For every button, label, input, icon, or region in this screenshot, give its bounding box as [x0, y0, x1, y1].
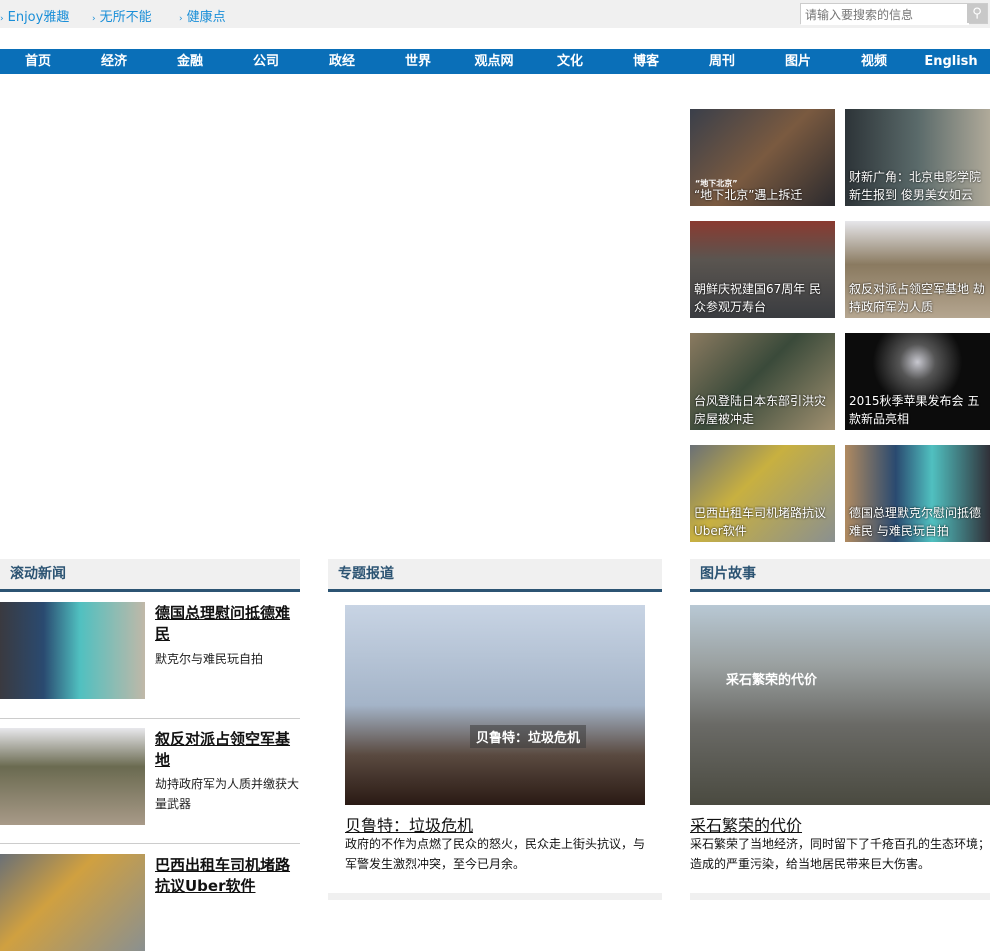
photo-caption: 德国总理默克尔慰问抵德难民 与难民玩自拍: [849, 506, 982, 538]
news-title[interactable]: 巴西出租车司机堵路抗议Uber软件: [155, 855, 300, 897]
news-summary: 劫持政府军为人质并缴获大量武器: [155, 777, 300, 811]
search-box: ⚲: [800, 3, 988, 25]
photo-thumb[interactable]: “地下北京” “地下北京”遇上拆迁: [690, 109, 835, 206]
photo-story-image[interactable]: 采石繁荣的代价: [690, 605, 990, 805]
photo-thumb[interactable]: 财新广角：北京电影学院新生报到 俊男美女如云: [845, 109, 990, 206]
search-icon[interactable]: ⚲: [967, 4, 987, 23]
photo-thumb[interactable]: 台风登陆日本东部引洪灾 房屋被冲走: [690, 333, 835, 430]
nav-finance[interactable]: 金融: [152, 49, 228, 74]
photo-story-desc: 采石繁荣了当地经济，同时留下了千疮百孔的生态环境；造成的严重污染，给当地居民带来…: [690, 837, 990, 871]
photo-story-headline[interactable]: 采石繁荣的代价: [690, 812, 802, 836]
nav-blog[interactable]: 博客: [608, 49, 684, 74]
special-report-image[interactable]: 贝鲁特：垃圾危机: [345, 605, 645, 805]
nav-companies[interactable]: 公司: [228, 49, 304, 74]
photo-caption: 朝鲜庆祝建国67周年 民众参观万寿台: [694, 282, 822, 314]
section-header-photo-story[interactable]: 图片故事: [690, 559, 990, 592]
chevron-right-icon: ›: [179, 14, 183, 24]
nav-culture[interactable]: 文化: [532, 49, 608, 74]
section-header-rolling-news[interactable]: 滚动新闻: [0, 559, 300, 592]
photo-caption: 财新广角：北京电影学院新生报到 俊男美女如云: [849, 170, 982, 202]
nav-opinion[interactable]: 观点网: [456, 49, 532, 74]
nav-world[interactable]: 世界: [380, 49, 456, 74]
photo-thumb[interactable]: 巴西出租车司机堵路抗议Uber软件: [690, 445, 835, 542]
special-report-headline[interactable]: 贝鲁特：垃圾危机: [345, 812, 473, 836]
divider: [0, 718, 300, 719]
image-overlay-text: 采石繁荣的代价: [726, 673, 818, 688]
top-link-health[interactable]: › 健康点: [179, 6, 226, 25]
chevron-right-icon: ›: [0, 14, 4, 24]
news-title[interactable]: 德国总理慰问抵德难民: [155, 603, 300, 645]
divider: [0, 843, 300, 844]
top-link-enjoy[interactable]: › Enjoy雅趣: [0, 6, 69, 25]
photo-caption: “地下北京”遇上拆迁: [694, 188, 803, 202]
news-image[interactable]: [0, 602, 145, 699]
news-title[interactable]: 叙反对派占领空军基地: [155, 729, 300, 771]
nav-video[interactable]: 视频: [836, 49, 912, 74]
next-section-header: [328, 893, 662, 900]
photo-caption: 台风登陆日本东部引洪灾 房屋被冲走: [694, 394, 827, 426]
photo-thumb[interactable]: 朝鲜庆祝建国67周年 民众参观万寿台: [690, 221, 835, 318]
photo-thumb[interactable]: 叙反对派占领空军基地 劫持政府军为人质: [845, 221, 990, 318]
photo-caption: 2015秋季苹果发布会 五款新品亮相: [849, 394, 980, 426]
link-label: Enjoy雅趣: [7, 10, 70, 25]
top-bar: ›Enjoy雅趣 ›无所不能 ›健康点 ⚲: [0, 0, 990, 28]
news-image[interactable]: [0, 854, 145, 951]
nav-weekly[interactable]: 周刊: [684, 49, 760, 74]
link-label: 无所不能: [99, 10, 152, 25]
nav-photos[interactable]: 图片: [760, 49, 836, 74]
section-header-special-reports[interactable]: 专题报道: [328, 559, 662, 592]
top-link-wusuobuneng[interactable]: › 无所不能: [92, 6, 152, 25]
photo-caption: 叙反对派占领空军基地 劫持政府军为人质: [849, 282, 985, 314]
image-overlay-text: 贝鲁特：垃圾危机: [470, 725, 587, 748]
nav-economy[interactable]: 经济: [76, 49, 152, 74]
nav-english[interactable]: English: [912, 49, 990, 74]
chevron-right-icon: ›: [92, 14, 96, 24]
nav-home[interactable]: 首页: [0, 49, 76, 74]
photo-thumb[interactable]: 2015秋季苹果发布会 五款新品亮相: [845, 333, 990, 430]
news-image[interactable]: [0, 728, 145, 825]
main-nav: 首页 经济 金融 公司 政经 世界 观点网 文化 博客 周刊 图片 视频 Eng…: [0, 49, 990, 74]
search-input[interactable]: [801, 5, 969, 25]
special-report-desc: 政府的不作为点燃了民众的怒火，民众走上街头抗议，与军警发生激烈冲突，至今已月余。: [345, 837, 646, 871]
photo-thumb[interactable]: 德国总理默克尔慰问抵德难民 与难民玩自拍: [845, 445, 990, 542]
news-summary: 默克尔与难民玩自拍: [155, 652, 264, 666]
nav-politics[interactable]: 政经: [304, 49, 380, 74]
photo-caption: 巴西出租车司机堵路抗议Uber软件: [694, 506, 827, 538]
next-section-header: [690, 893, 990, 900]
link-label: 健康点: [186, 10, 226, 25]
